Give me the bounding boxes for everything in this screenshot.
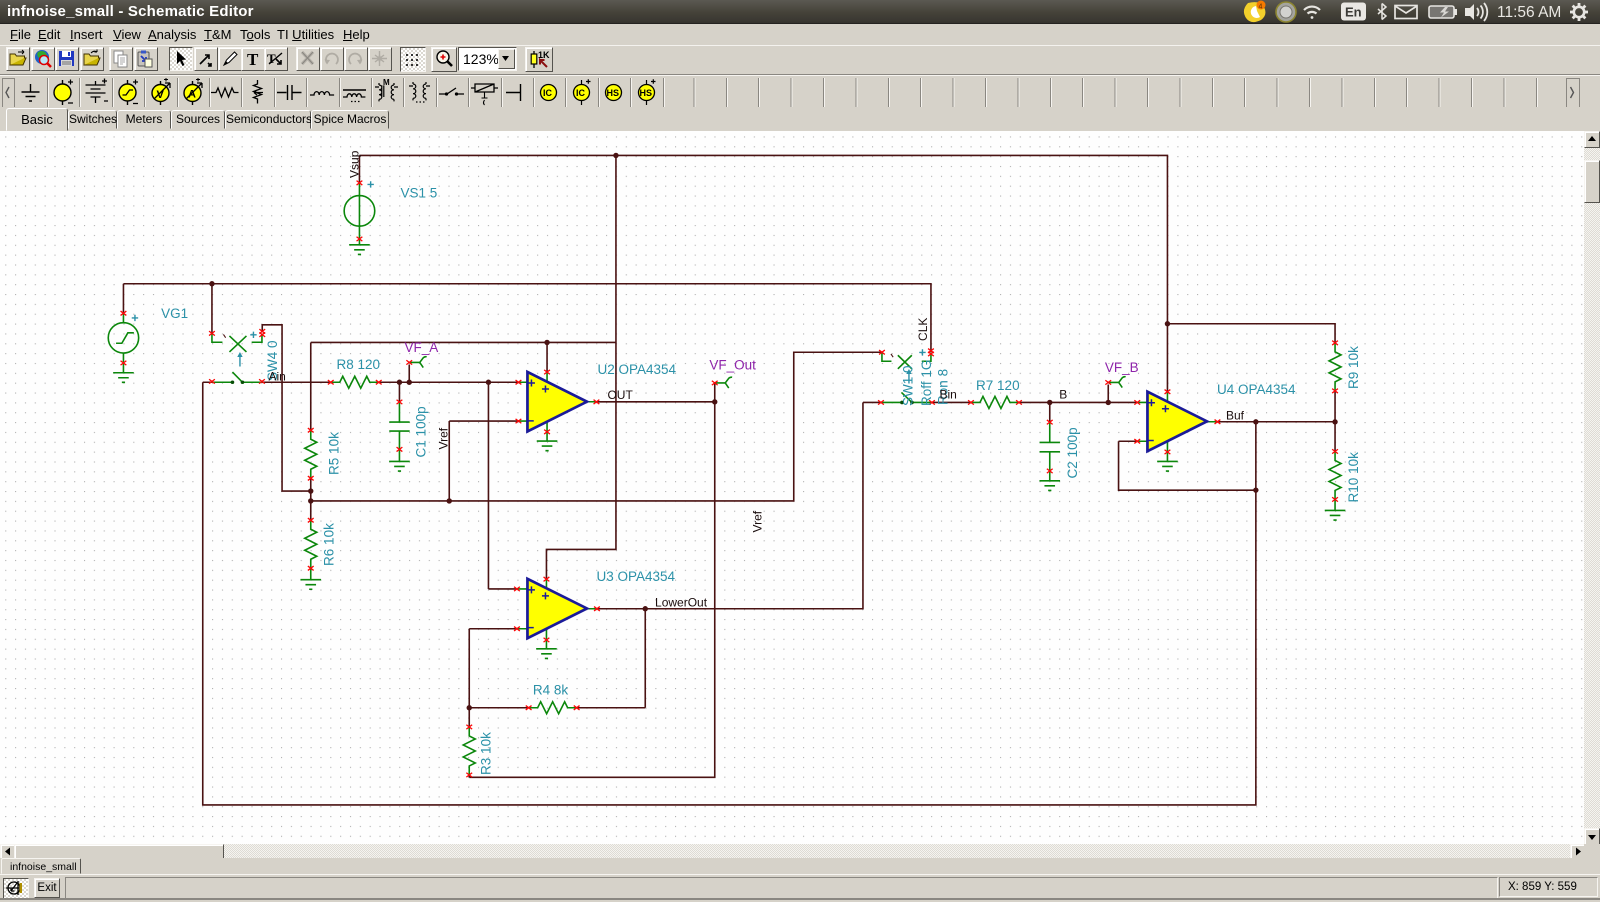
- svg-text:11:56 AM: 11:56 AM: [1497, 4, 1561, 21]
- svg-text:C1 100p: C1 100p: [413, 406, 428, 457]
- svg-text:4: 4: [1259, 4, 1263, 11]
- svg-text:VS1 5: VS1 5: [400, 185, 437, 200]
- svg-text:U2 OPA4354: U2 OPA4354: [597, 362, 676, 377]
- svg-text:VF_A: VF_A: [404, 340, 438, 355]
- svg-text:C2 100p: C2 100p: [1065, 427, 1080, 478]
- svg-text:R6 10k: R6 10k: [321, 523, 336, 566]
- svg-text:Ain: Ain: [268, 369, 285, 383]
- svg-text:R7 120: R7 120: [976, 378, 1020, 393]
- svg-text:R8 120: R8 120: [336, 357, 380, 372]
- svg-text:R9 10k: R9 10k: [1346, 346, 1361, 389]
- svg-text:R5 10k: R5 10k: [326, 432, 341, 475]
- svg-text:Vref: Vref: [750, 510, 764, 532]
- svg-text:HS: HS: [607, 88, 620, 98]
- svg-text:R3 10k: R3 10k: [478, 732, 493, 775]
- svg-text:En: En: [1345, 5, 1362, 20]
- svg-text:LowerOut: LowerOut: [655, 595, 708, 609]
- svg-text:R4 8k: R4 8k: [533, 682, 569, 697]
- svg-text:Vsup: Vsup: [347, 150, 361, 178]
- svg-text:HS: HS: [639, 88, 652, 98]
- svg-text:B: B: [1059, 388, 1067, 402]
- svg-text:VF_B: VF_B: [1105, 360, 1139, 375]
- svg-text:CLK: CLK: [916, 318, 930, 341]
- svg-text:VF_Out: VF_Out: [709, 357, 756, 372]
- svg-text:Vref: Vref: [436, 427, 450, 449]
- svg-text:Bin: Bin: [939, 387, 956, 401]
- svg-text:VG1: VG1: [161, 306, 188, 321]
- svg-text:SW1 0: SW1 0: [900, 365, 915, 406]
- svg-text:IC: IC: [576, 88, 586, 98]
- svg-text:IC: IC: [543, 88, 553, 98]
- svg-text:OUT: OUT: [607, 388, 633, 402]
- svg-text:Roff 1G: Roff 1G: [919, 360, 934, 406]
- svg-text:T: T: [247, 50, 259, 69]
- svg-text:R10 10k: R10 10k: [1346, 452, 1361, 503]
- svg-text:U3 OPA4354: U3 OPA4354: [596, 569, 675, 584]
- svg-text:U4 OPA4354: U4 OPA4354: [1217, 382, 1296, 397]
- svg-text:Buf: Buf: [1226, 408, 1245, 422]
